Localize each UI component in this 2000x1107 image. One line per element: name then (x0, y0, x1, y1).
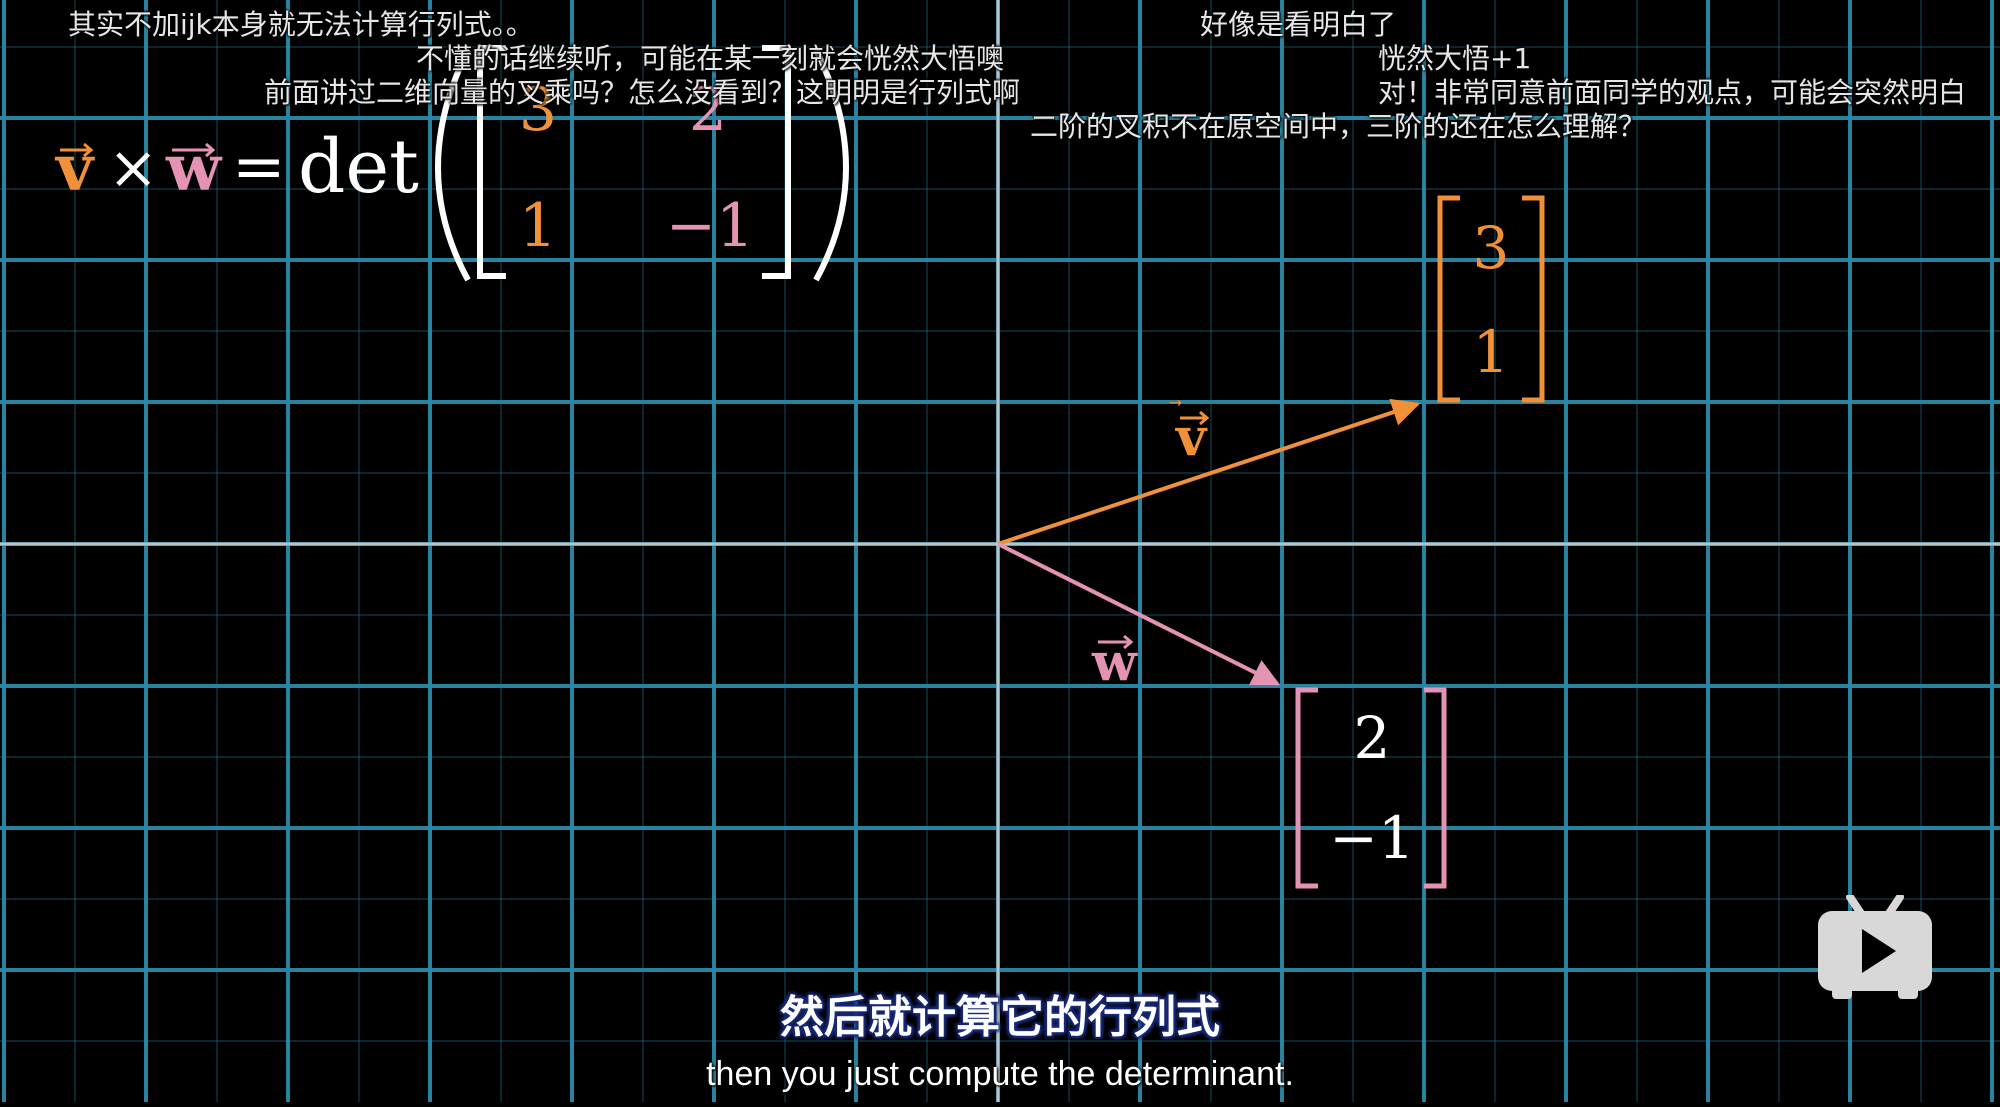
vector-w-entry-1: 2 (1354, 704, 1391, 772)
column-vector-v: 3 1 (1437, 195, 1545, 403)
vector-v-arrow (997, 398, 1421, 546)
coordinate-plane: v ⃗ w 3 1 2 −1 v × w (0, 0, 2000, 1102)
vector-w-entry-2: −1 (1329, 804, 1415, 872)
subtitle-english: then you just compute the determinant. (706, 1055, 1294, 1093)
right-bracket-icon (1522, 195, 1545, 403)
matrix-entry-22: −1 (666, 191, 754, 261)
subtitle-chinese: 然后就计算它的行列式 (780, 992, 1220, 1043)
formula-equals: = (232, 130, 286, 204)
formula-v: v (54, 131, 95, 206)
danmaku-comment: 恍然大悟+1 (1378, 42, 1532, 75)
danmaku-comment: 其实不加ijk本身就无法计算行列式。。 (68, 8, 534, 41)
formula-times: × (108, 133, 158, 203)
right-bracket-icon (1424, 687, 1447, 889)
vector-w-label: w (1091, 632, 1138, 693)
play-icon (1818, 893, 1932, 999)
danmaku-comment: 二阶的叉积不在原空间中，三阶的还在怎么理解？ (1030, 110, 1647, 143)
vector-v-entry-1: 3 (1473, 214, 1510, 282)
matrix-entry-21: 1 (519, 191, 557, 261)
left-bracket-icon (1295, 687, 1318, 889)
vector-v-label: v ⃗ (1169, 400, 1210, 468)
vector-v-entry-2: 1 (1473, 318, 1510, 386)
left-bracket-icon (1437, 195, 1460, 403)
vector-w-arrow (997, 542, 1281, 686)
formula-det: det (298, 124, 419, 210)
danmaku-comment: 不懂的话继续听，可能在某一刻就会恍然大悟噢 (416, 42, 1005, 75)
video-frame[interactable]: v ⃗ w 3 1 2 −1 v × w (0, 0, 2000, 1102)
play-button[interactable] (1816, 893, 1934, 1001)
danmaku-comment: 好像是看明白了 (1200, 8, 1397, 41)
danmaku-comment: 前面讲过二维向量的叉乘吗？怎么没看到？这明明是行列式啊 (264, 76, 1021, 109)
formula-w: w (165, 131, 223, 206)
danmaku-comment: 对！非常同意前面同学的观点，可能会突然明白 (1378, 76, 1967, 109)
